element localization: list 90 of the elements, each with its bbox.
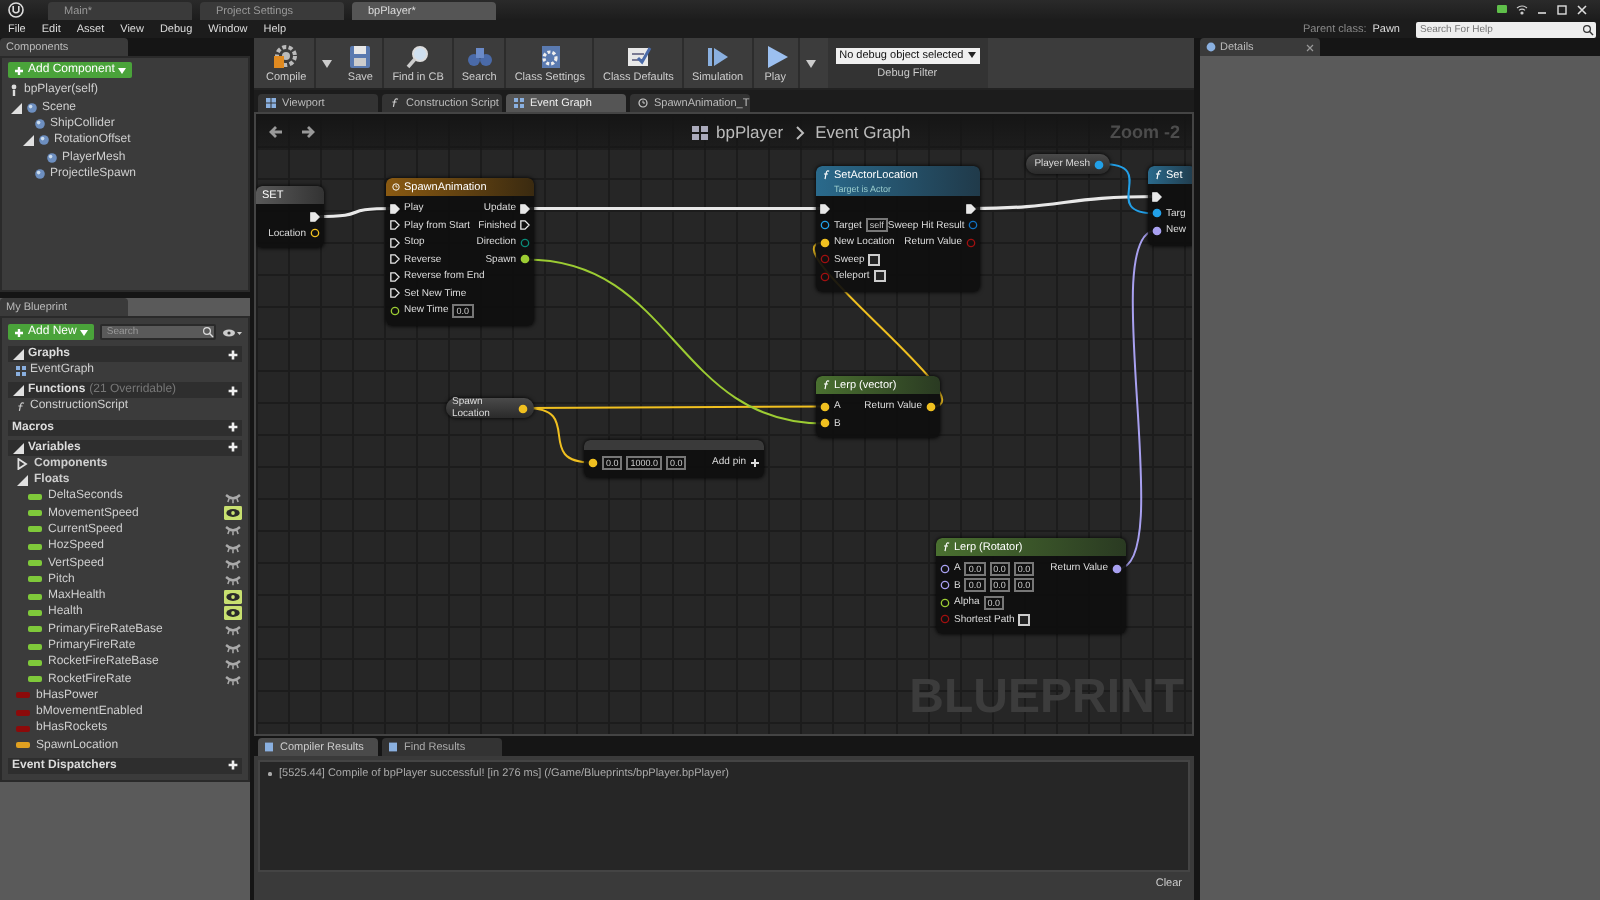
engine-logo-icon[interactable] [8, 2, 24, 18]
caret-icon [118, 67, 127, 73]
expand-arrow-icon[interactable] [10, 101, 22, 114]
search-icon[interactable] [1582, 23, 1594, 35]
plus-icon[interactable] [228, 760, 238, 771]
pin-icon[interactable] [1152, 208, 1162, 219]
caret-icon[interactable] [805, 59, 816, 67]
exec-pin-icon[interactable] [966, 203, 976, 214]
plus-icon[interactable] [228, 385, 238, 396]
exec-pin-icon[interactable] [390, 254, 400, 265]
function-icon [1154, 170, 1162, 180]
closed-eye-icon[interactable] [224, 489, 242, 504]
function-icon [16, 401, 26, 412]
expand-arrow-icon[interactable] [12, 384, 24, 397]
expand-arrow-icon[interactable] [16, 457, 28, 470]
closed-eye-icon[interactable] [224, 639, 242, 653]
maximize-icon[interactable] [1556, 4, 1568, 16]
binoculars-icon [465, 43, 494, 69]
function-icon [942, 542, 950, 552]
simulation-icon [703, 43, 732, 69]
breadcrumb-item[interactable]: Event Graph [815, 122, 911, 142]
forward-arrow-icon[interactable] [300, 124, 316, 140]
closed-eye-icon[interactable] [224, 572, 242, 587]
breadcrumb-item[interactable]: bpPlayer [716, 122, 784, 142]
exec-pin-icon[interactable] [390, 203, 400, 214]
expand-arrow-icon[interactable] [12, 441, 24, 454]
eye-icon[interactable] [222, 327, 242, 337]
exec-pin-icon[interactable] [390, 271, 400, 282]
pin-icon[interactable] [1112, 563, 1122, 574]
chat-icon[interactable] [1496, 4, 1508, 16]
checkbox[interactable] [873, 270, 886, 283]
graph-canvas[interactable] [254, 112, 1194, 736]
clock-icon [638, 98, 648, 108]
pin-icon[interactable] [940, 597, 950, 608]
document-icon [264, 742, 274, 752]
plus-icon[interactable] [228, 349, 238, 359]
closed-eye-icon[interactable] [224, 672, 242, 687]
exec-pin-icon[interactable] [1152, 191, 1162, 202]
pin-icon[interactable] [520, 237, 530, 248]
checkbox[interactable] [868, 253, 881, 266]
magnifier-icon [404, 43, 433, 69]
person-icon [8, 84, 20, 96]
plus-icon[interactable] [228, 442, 238, 453]
graph-icon [16, 365, 26, 376]
function-icon [822, 380, 830, 390]
plus-icon [14, 65, 24, 75]
expand-arrow-icon[interactable] [22, 134, 34, 147]
checkbox[interactable] [1018, 613, 1031, 626]
caret-icon [967, 52, 976, 58]
closed-eye-icon[interactable] [224, 522, 242, 537]
grid-icon [266, 98, 276, 108]
closed-eye-icon[interactable] [224, 539, 242, 554]
exec-pin-icon[interactable] [390, 237, 400, 248]
checklist-icon [624, 43, 653, 69]
exec-pin-icon[interactable] [310, 211, 320, 222]
back-arrow-icon[interactable] [268, 124, 284, 140]
function-icon [390, 98, 400, 108]
pin-icon[interactable] [390, 305, 400, 316]
exec-pin-icon[interactable] [820, 203, 830, 214]
expand-arrow-icon[interactable] [12, 348, 24, 360]
eye-icon[interactable] [224, 506, 242, 521]
clock-icon [392, 182, 400, 192]
chevron-icon [791, 125, 808, 139]
eye-icon[interactable] [224, 605, 242, 620]
plus-icon [14, 327, 24, 337]
exec-pin-icon[interactable] [520, 203, 530, 214]
function-icon [822, 170, 830, 180]
graph-icon [514, 98, 524, 108]
pin-icon[interactable] [520, 254, 530, 265]
graph-icon [692, 125, 708, 139]
closed-eye-icon[interactable] [224, 655, 242, 670]
exec-pin-icon[interactable] [520, 220, 530, 231]
pin-icon[interactable] [820, 220, 830, 231]
info-icon [1206, 42, 1216, 52]
expand-arrow-icon[interactable] [16, 474, 28, 487]
pin-icon[interactable] [940, 563, 950, 574]
gear-icon [272, 43, 301, 69]
exec-pin-icon[interactable] [390, 220, 400, 231]
closed-eye-icon[interactable] [224, 556, 242, 571]
plus-icon[interactable] [750, 457, 760, 468]
eye-icon[interactable] [224, 589, 242, 604]
caret-icon[interactable] [322, 59, 333, 67]
exec-pin-icon[interactable] [390, 288, 400, 299]
document-icon [388, 742, 398, 752]
closed-eye-icon[interactable] [224, 622, 242, 637]
pin-icon[interactable] [1152, 225, 1162, 236]
pin-icon[interactable] [940, 580, 950, 591]
plus-icon[interactable] [228, 422, 238, 433]
caret-icon [80, 329, 89, 335]
network-icon[interactable] [1516, 4, 1528, 16]
